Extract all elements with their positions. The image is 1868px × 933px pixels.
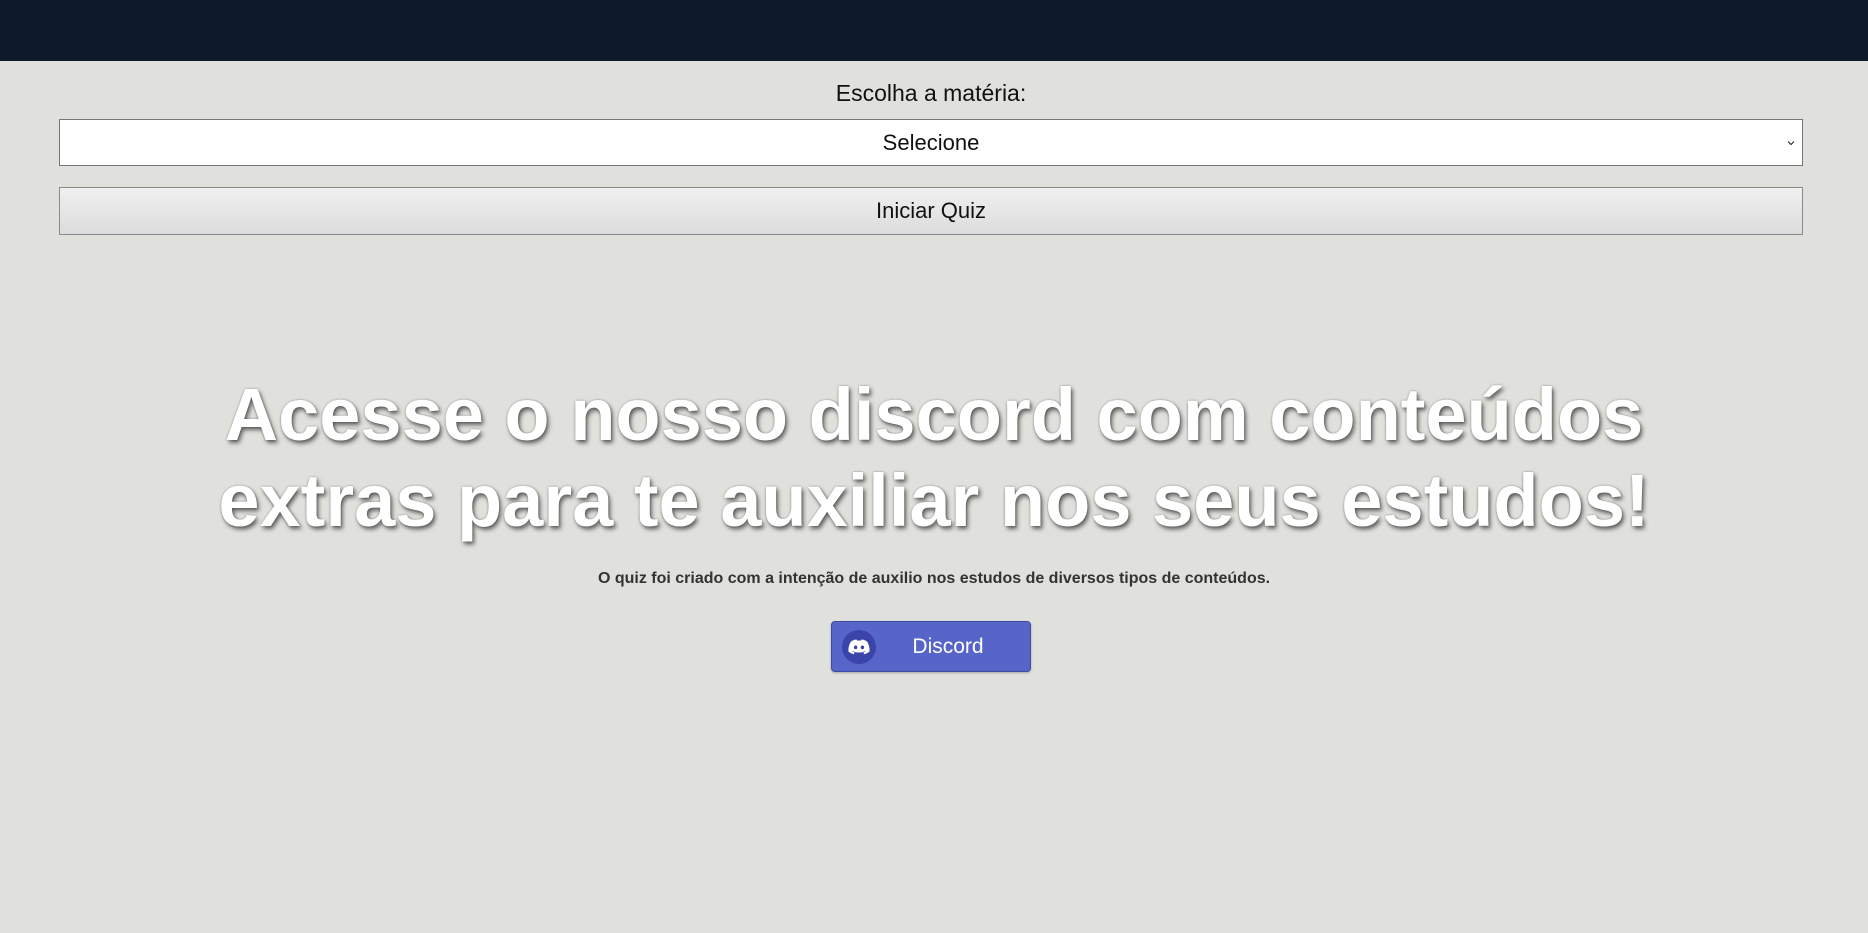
- subject-select[interactable]: Selecione: [59, 119, 1803, 166]
- discord-button[interactable]: Discord: [831, 621, 1031, 672]
- chevron-down-icon: [1787, 140, 1795, 145]
- start-quiz-button[interactable]: Iniciar Quiz: [59, 187, 1803, 235]
- discord-logo-icon: [842, 629, 876, 664]
- top-navigation-bar: [0, 0, 1868, 61]
- hero-title: Acesse o nosso discord com conteúdos ext…: [0, 372, 1868, 544]
- hero-description: O quiz foi criado com a intenção de auxi…: [597, 570, 1271, 587]
- subject-select-value: Selecione: [882, 129, 980, 155]
- hero-title-line-1: Acesse o nosso discord com conteúdos: [224, 373, 1644, 456]
- hero-title-line-2: extras para te auxiliar nos seus estudos…: [218, 459, 1650, 542]
- discord-button-label: Discord: [912, 634, 984, 658]
- quiz-form: Escolha a matéria: Selecione Iniciar Qui…: [59, 61, 1803, 235]
- subject-label: Escolha a matéria:: [835, 80, 1027, 106]
